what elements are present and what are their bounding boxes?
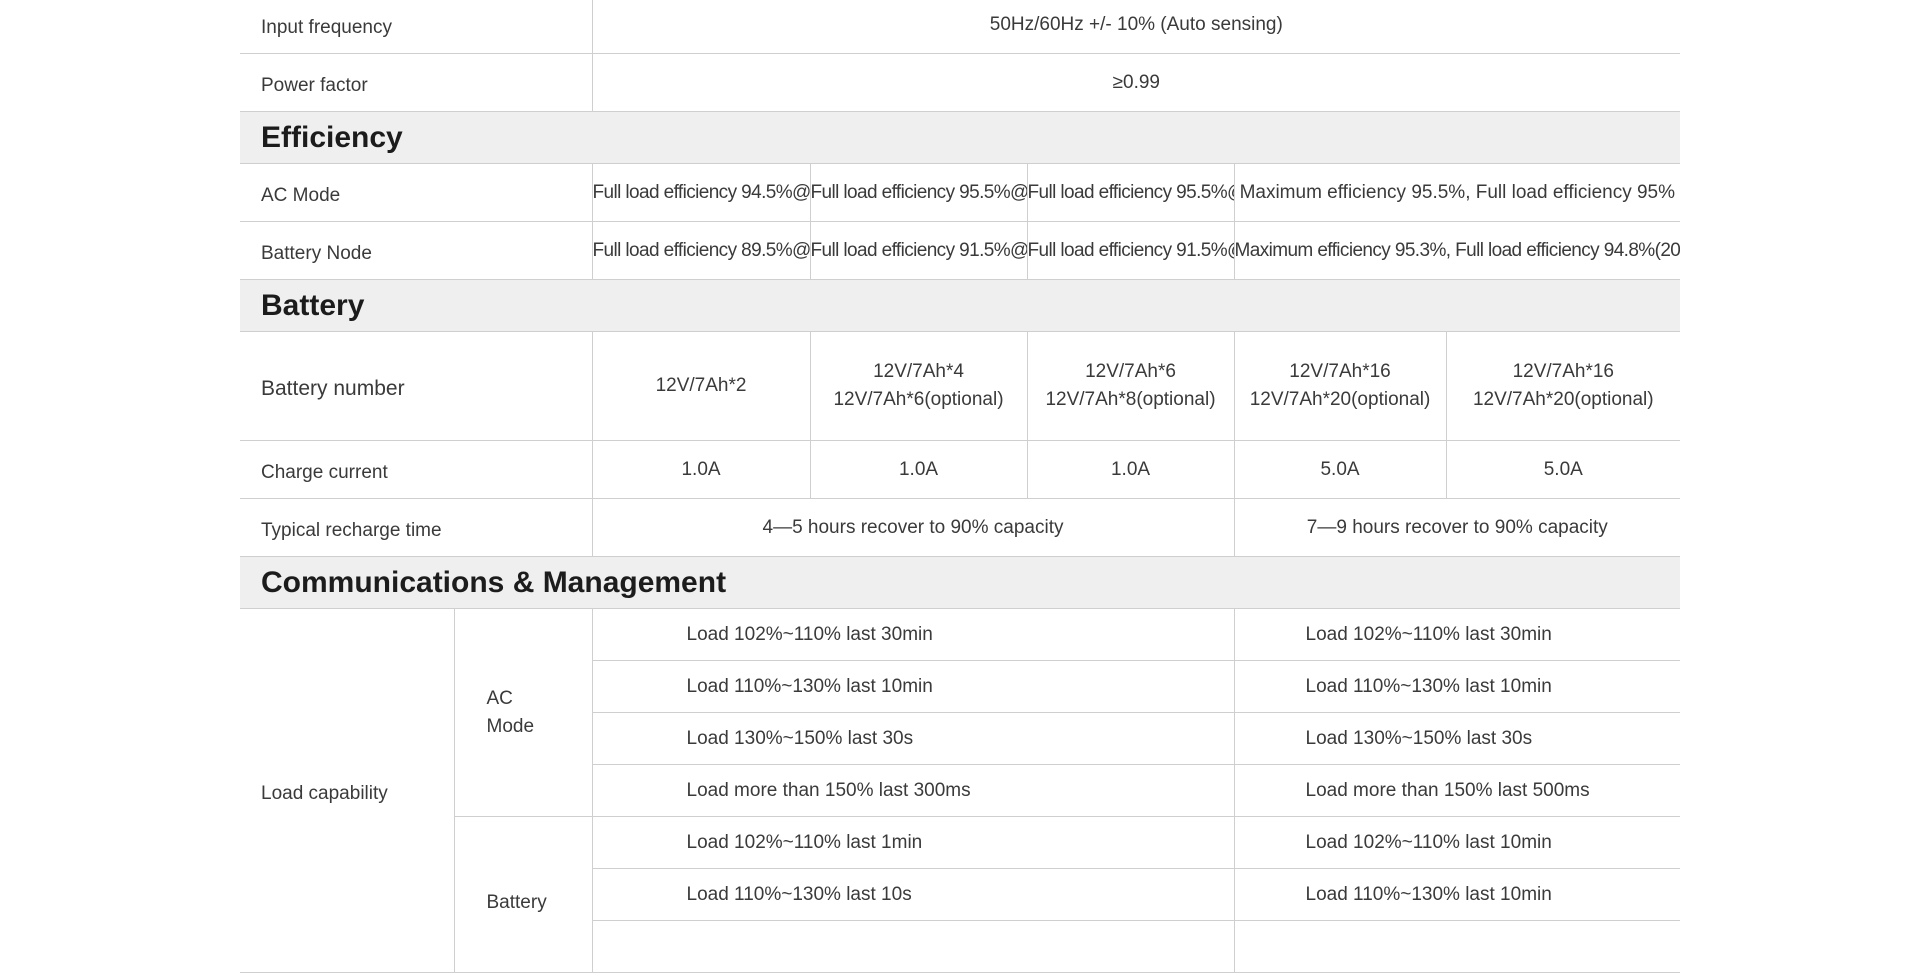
load-battery-left-1: Load 102%~110% last 1min: [592, 816, 1235, 869]
load-ac-left-4: Load more than 150% last 300ms: [592, 764, 1235, 817]
spec-sheet: Input frequency 50Hz/60Hz +/- 10% (Auto …: [240, 0, 1681, 973]
specification-table: Input frequency 50Hz/60Hz +/- 10% (Auto …: [240, 0, 1681, 973]
battery-mode-eff-3: Full load efficiency 91.5%@96VAC: [1027, 221, 1235, 280]
section-battery: Battery: [240, 279, 1681, 332]
recharge-time-2: 7—9 hours recover to 90% capacity: [1234, 498, 1681, 557]
battery-number-3: 12V/7Ah*6 12V/7Ah*8(optional): [1027, 331, 1235, 441]
load-battery-right-2: Load 110%~130% last 10min: [1234, 868, 1681, 921]
battery-mode-eff-2: Full load efficiency 91.5%@72VAC: [810, 221, 1028, 280]
power-factor-label: Power factor: [240, 53, 593, 112]
row-charge-current: Charge current 1.0A 1.0A 1.0A 5.0A 5.0A: [240, 440, 1681, 499]
efficiency-heading: Efficiency: [240, 111, 1681, 164]
row-battery-number: Battery number 12V/7Ah*2 12V/7Ah*4 12V/7A…: [240, 331, 1681, 441]
load-battery-left-2: Load 110%~130% last 10s: [592, 868, 1235, 921]
communications-heading: Communications & Management: [240, 556, 1681, 609]
recharge-time-label: Typical recharge time: [240, 498, 593, 557]
battery-number-3-line-1: 12V/7Ah*6: [1085, 361, 1176, 383]
input-frequency-value: 50Hz/60Hz +/- 10% (Auto sensing): [592, 0, 1681, 54]
battery-number-1: 12V/7Ah*2: [592, 331, 811, 441]
load-ac-mode-label-line-2: Mode: [486, 715, 535, 737]
ac-mode-eff-4: Maximum efficiency 95.5%, Full load effi…: [1234, 163, 1681, 222]
battery-mode-eff-1: Full load efficiency 89.5%@36VAC: [592, 221, 811, 280]
load-ac-mode-label: AC Mode: [454, 608, 593, 817]
charge-current-1: 1.0A: [592, 440, 811, 499]
charge-current-2: 1.0A: [810, 440, 1028, 499]
input-frequency-label: Input frequency: [240, 0, 593, 54]
ac-mode-eff-2: Full load efficiency 95.5%@220VAC: [810, 163, 1028, 222]
battery-number-1-line: 12V/7Ah*2: [655, 375, 747, 397]
battery-number-2: 12V/7Ah*4 12V/7Ah*6(optional): [810, 331, 1028, 441]
ac-mode-eff-1: Full load efficiency 94.5%@220VAC: [592, 163, 811, 222]
ac-mode-eff-3: Full load efficiency 95.5%@220VAC: [1027, 163, 1235, 222]
power-factor-value: ≥0.99: [592, 53, 1681, 112]
row-recharge-time: Typical recharge time 4—5 hours recover …: [240, 498, 1681, 557]
charge-current-5: 5.0A: [1446, 440, 1681, 499]
load-battery-mode-label-line-1: Battery: [486, 892, 547, 913]
ac-mode-label: AC Mode: [240, 163, 593, 222]
battery-number-4-line-2: 12V/7Ah*20(optional): [1249, 389, 1431, 410]
section-communications: Communications & Management: [240, 556, 1681, 609]
section-efficiency: Efficiency: [240, 111, 1681, 164]
load-ac-mode-label-line-1: AC: [486, 687, 513, 709]
row-efficiency-battery-mode: Battery Node Full load efficiency 89.5%@…: [240, 221, 1681, 280]
row-input-frequency: Input frequency 50Hz/60Hz +/- 10% (Auto …: [240, 0, 1681, 54]
battery-mode-label: Battery Node: [240, 221, 593, 280]
battery-number-4-line-1: 12V/7Ah*16: [1289, 361, 1391, 383]
charge-current-label: Charge current: [240, 440, 593, 499]
load-battery-left-3: [592, 920, 1235, 973]
load-ac-right-4: Load more than 150% last 500ms: [1234, 764, 1681, 817]
load-ac-right-3: Load 130%~150% last 30s: [1234, 712, 1681, 765]
charge-current-3: 1.0A: [1027, 440, 1235, 499]
battery-number-5-line-1: 12V/7Ah*16: [1512, 361, 1614, 383]
row-efficiency-ac-mode: AC Mode Full load efficiency 94.5%@220VA…: [240, 163, 1681, 222]
charge-current-4: 5.0A: [1234, 440, 1447, 499]
battery-number-5: 12V/7Ah*16 12V/7Ah*20(optional): [1446, 331, 1681, 441]
load-ac-right-2: Load 110%~130% last 10min: [1234, 660, 1681, 713]
load-ac-right-1: Load 102%~110% last 30min: [1234, 608, 1681, 661]
battery-number-label: Battery number: [240, 331, 593, 441]
load-battery-right-3: [1234, 920, 1681, 973]
load-capability-label: Load capability: [240, 608, 455, 973]
battery-heading: Battery: [240, 279, 1681, 332]
load-ac-left-3: Load 130%~150% last 30s: [592, 712, 1235, 765]
load-battery-mode-label: Battery: [454, 816, 593, 973]
battery-number-2-line-2: 12V/7Ah*6(optional): [833, 389, 1004, 410]
recharge-time-1: 4—5 hours recover to 90% capacity: [592, 498, 1235, 557]
load-ac-left-2: Load 110%~130% last 10min: [592, 660, 1235, 713]
battery-number-2-line-1: 12V/7Ah*4: [873, 361, 964, 383]
row-load-battery-1: Battery Load 102%~110% last 1min Load 10…: [240, 816, 1681, 973]
row-power-factor: Power factor ≥0.99: [240, 53, 1681, 112]
load-ac-left-1: Load 102%~110% last 30min: [592, 608, 1235, 661]
load-battery-right-1: Load 102%~110% last 10min: [1234, 816, 1681, 869]
row-load-ac-1: Load capability AC Mode Load 102%~110% la…: [240, 608, 1681, 973]
battery-number-4: 12V/7Ah*16 12V/7Ah*20(optional): [1234, 331, 1447, 441]
battery-number-5-line-2: 12V/7Ah*20(optional): [1472, 389, 1654, 410]
battery-mode-eff-4: Maximum efficiency 95.3%, Full load effi…: [1234, 221, 1681, 280]
battery-number-3-line-2: 12V/7Ah*8(optional): [1045, 389, 1216, 410]
